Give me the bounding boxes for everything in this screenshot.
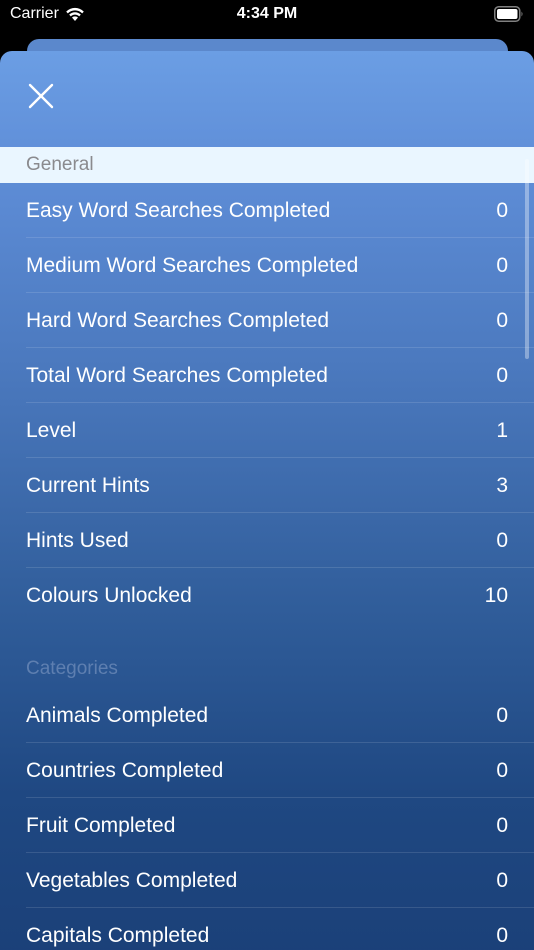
stat-value: 0 [496, 704, 508, 727]
stats-sheet: General Easy Word Searches Completed 0 Med… [0, 51, 534, 950]
battery-icon [494, 6, 523, 22]
stat-value: 0 [496, 199, 508, 222]
stat-row: Fruit Completed 0 [26, 798, 534, 853]
stat-value: 0 [496, 529, 508, 552]
stat-value: 1 [496, 419, 508, 442]
stat-row: Colours Unlocked 10 [26, 568, 534, 623]
stat-value: 0 [496, 364, 508, 387]
stat-row: Hard Word Searches Completed 0 [26, 293, 534, 348]
stat-value: 0 [496, 254, 508, 277]
stat-label: Colours Unlocked [26, 584, 192, 607]
stat-row: Vegetables Completed 0 [26, 853, 534, 908]
stat-row: Medium Word Searches Completed 0 [26, 238, 534, 293]
section-header-categories: Categories [26, 658, 118, 679]
section-header-general: General [0, 147, 534, 183]
stat-label: Countries Completed [26, 759, 224, 782]
stat-label: Hard Word Searches Completed [26, 309, 330, 332]
stat-value: 10 [484, 584, 508, 607]
status-bar: Carrier 4:34 PM [0, 0, 534, 30]
screen: Carrier 4:34 PM General Easy Word Search… [0, 0, 534, 950]
stat-label: Capitals Completed [26, 924, 210, 947]
stat-label: Animals Completed [26, 704, 209, 727]
stat-value: 0 [496, 759, 508, 782]
stat-label: Fruit Completed [26, 814, 176, 837]
stat-value: 0 [496, 869, 508, 892]
stat-value: 0 [496, 924, 508, 947]
stat-row: Level 1 [26, 403, 534, 458]
status-time: 4:34 PM [236, 5, 298, 22]
stat-row: Countries Completed 0 [26, 743, 534, 798]
stat-value: 0 [496, 814, 508, 837]
stat-row: Easy Word Searches Completed 0 [26, 183, 534, 238]
stat-row: Hints Used 0 [26, 513, 534, 568]
stat-label: Easy Word Searches Completed [26, 199, 331, 222]
stat-row: Animals Completed 0 [26, 688, 534, 743]
stat-label: Hints Used [26, 529, 129, 552]
stat-label: Vegetables Completed [26, 869, 238, 892]
stat-label: Level [26, 419, 77, 442]
stat-row: Capitals Completed 0 [26, 908, 534, 950]
stat-row: Current Hints 3 [26, 458, 534, 513]
stat-label: Medium Word Searches Completed [26, 254, 359, 277]
stat-label: Current Hints [26, 474, 150, 497]
close-button[interactable] [24, 79, 58, 113]
close-icon [28, 83, 54, 109]
stat-label: Total Word Searches Completed [26, 364, 328, 387]
scroll-indicator[interactable] [525, 159, 529, 359]
stat-row: Total Word Searches Completed 0 [26, 348, 534, 403]
stat-value: 3 [496, 474, 508, 497]
stat-value: 0 [496, 309, 508, 332]
